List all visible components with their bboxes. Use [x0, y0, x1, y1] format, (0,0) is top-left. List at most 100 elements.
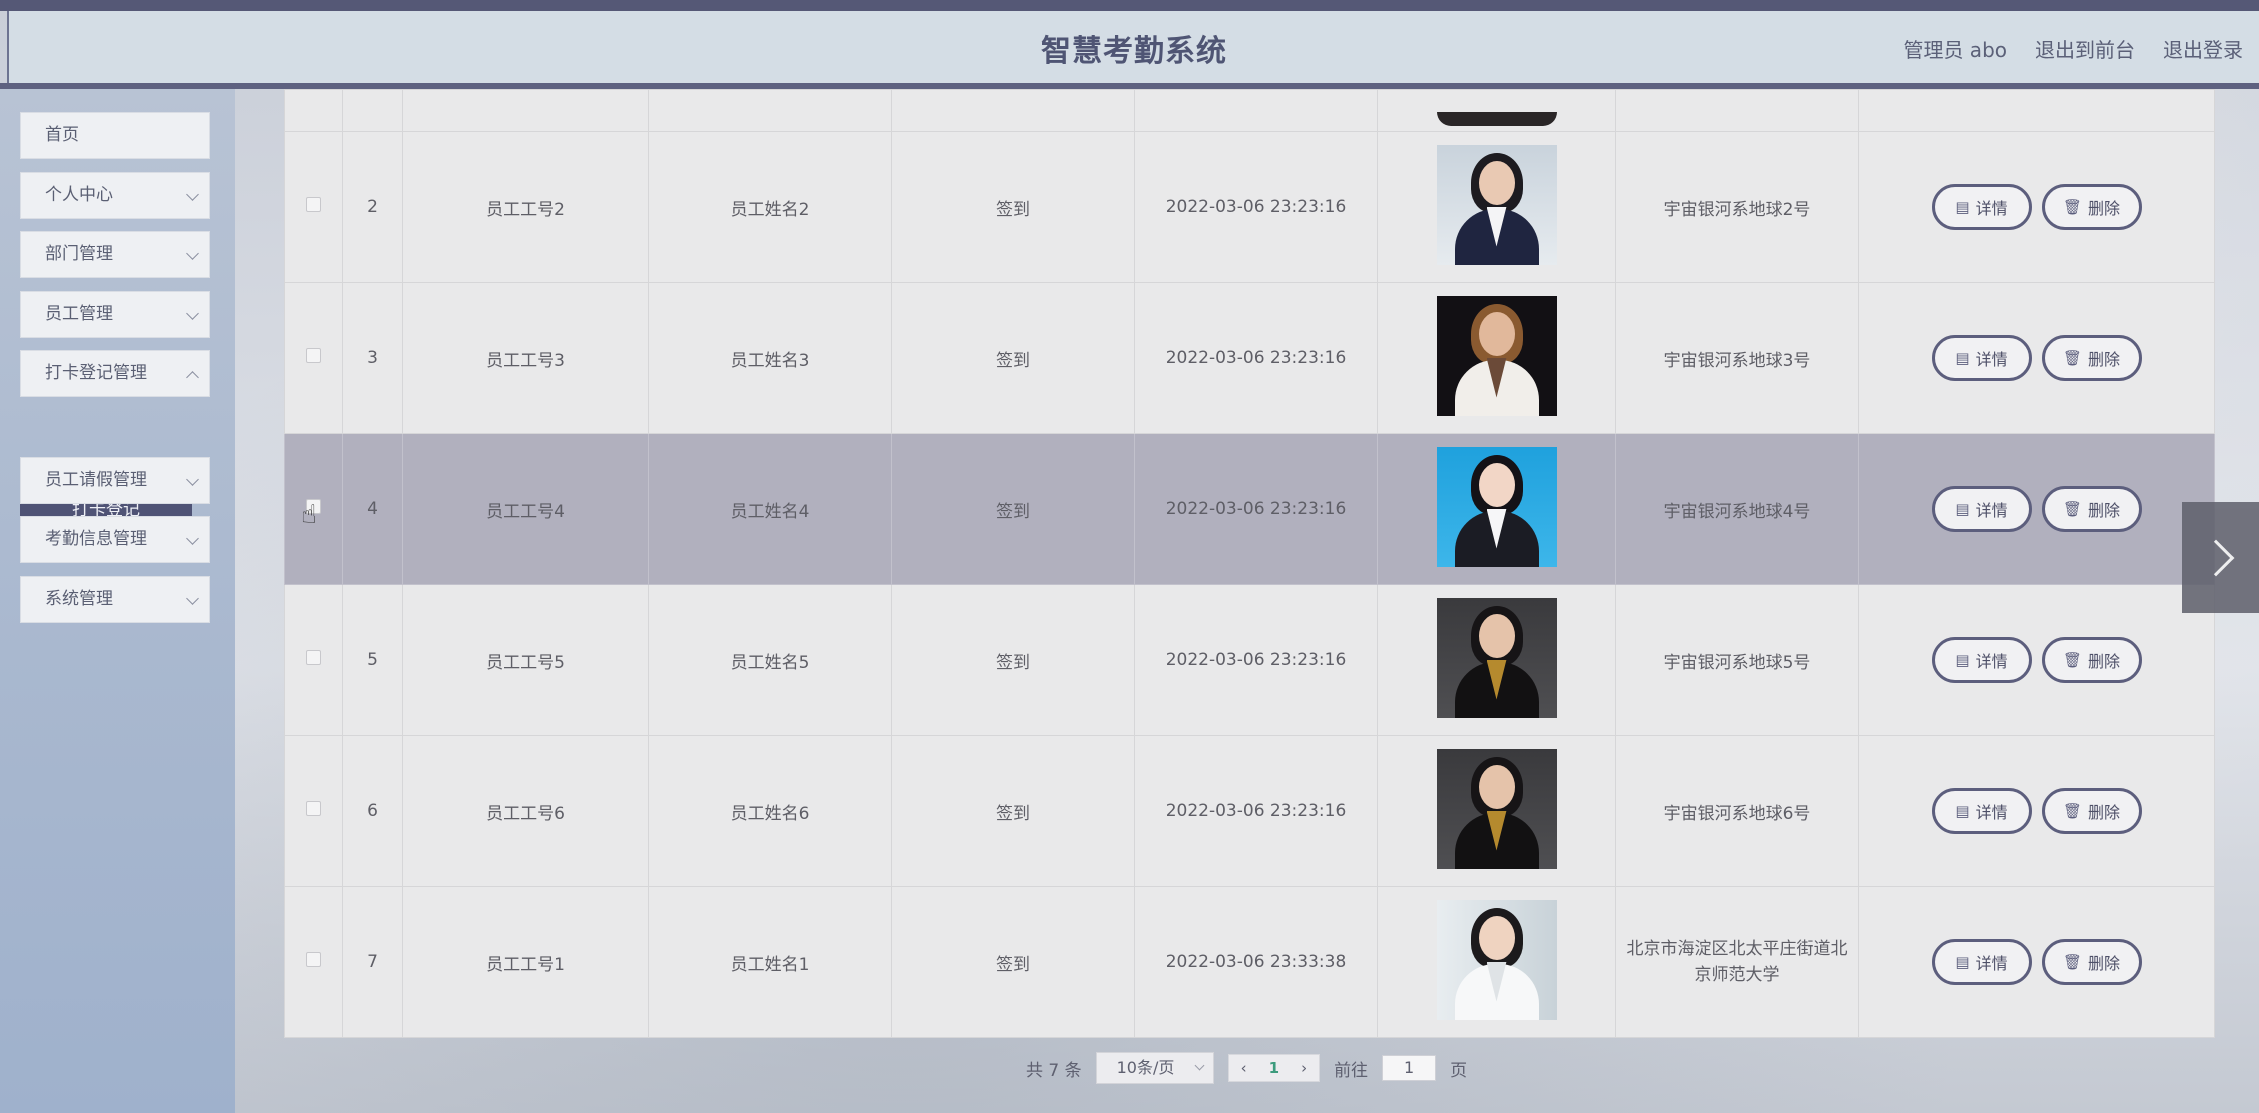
- row-checkbox[interactable]: [306, 650, 321, 665]
- chevron-down-icon: [186, 307, 199, 320]
- employee-id: 员工工号2: [402, 131, 649, 283]
- table-row: 7 员工工号1 员工姓名1 签到 2022-03-06 23:33:38 北京市…: [284, 886, 2215, 1038]
- detail-button[interactable]: ▤ 详情: [1931, 184, 2032, 230]
- checkin-type: 签到: [891, 131, 1135, 283]
- checkin-address: 宇宙银河系地球2号: [1615, 131, 1859, 283]
- employee-name: 员工姓名1: [648, 886, 892, 1038]
- employee-id: 员工工号3: [402, 282, 649, 434]
- sidebar-item-employee[interactable]: 员工管理: [20, 291, 210, 338]
- delete-button[interactable]: 🗑 删除: [2041, 939, 2142, 985]
- chevron-down-icon: [186, 247, 199, 260]
- checkin-address: 宇宙银河系地球6号: [1615, 735, 1859, 887]
- trash-icon: 🗑: [2062, 500, 2083, 518]
- delete-button[interactable]: 🗑 删除: [2041, 184, 2142, 230]
- checkin-type: 签到: [891, 584, 1135, 736]
- row-index: 5: [342, 584, 403, 736]
- delete-button[interactable]: 🗑 删除: [2041, 788, 2142, 834]
- page-number[interactable]: 1: [1269, 1059, 1279, 1077]
- row-checkbox[interactable]: [306, 801, 321, 816]
- chevron-up-icon: [186, 371, 199, 384]
- sidebar-item-label: 部门管理: [45, 244, 113, 264]
- employee-id: 员工工号5: [402, 584, 649, 736]
- delete-button[interactable]: 🗑 删除: [2041, 637, 2142, 683]
- goto-label: 前往: [1334, 1060, 1369, 1081]
- checkin-time: 2022-03-06 23:23:16: [1134, 131, 1378, 283]
- detail-button[interactable]: ▤ 详情: [1931, 335, 2032, 381]
- exit-to-front-link[interactable]: 退出到前台: [2035, 34, 2135, 63]
- next-page-icon[interactable]: ›: [1301, 1059, 1307, 1077]
- employee-photo: [1436, 748, 1557, 869]
- checkin-time: 2022-03-06 23:23:16: [1134, 433, 1378, 585]
- detail-button[interactable]: ▤ 详情: [1931, 486, 2032, 532]
- detail-button[interactable]: ▤ 详情: [1931, 939, 2032, 985]
- document-icon: ▤: [1955, 198, 1970, 216]
- checkin-type: 签到: [891, 282, 1135, 434]
- employee-photo: [1436, 144, 1557, 265]
- table-row: 4 员工工号4 员工姓名4 签到 2022-03-06 23:23:16 宇宙银…: [284, 433, 2215, 585]
- page-size-select[interactable]: 10条/页: [1095, 1052, 1214, 1084]
- sidebar-item-leave-management[interactable]: 员工请假管理: [20, 457, 210, 504]
- document-icon: ▤: [1955, 953, 1970, 971]
- checkin-time: 2022-03-06 23:23:16: [1134, 584, 1378, 736]
- delete-button[interactable]: 🗑 删除: [2041, 486, 2142, 532]
- employee-id: 员工工号1: [402, 886, 649, 1038]
- logout-link[interactable]: 退出登录: [2163, 34, 2243, 63]
- checkin-time: 2022-03-06 23:23:16: [1134, 282, 1378, 434]
- checkin-type: 签到: [891, 886, 1135, 1038]
- total-count: 共 7 条: [1026, 1060, 1082, 1081]
- row-index: 6: [342, 735, 403, 887]
- chevron-down-icon: [186, 592, 199, 605]
- chevron-down-icon: [1194, 1060, 1205, 1071]
- checkin-address: 宇宙银河系地球5号: [1615, 584, 1859, 736]
- sidebar-item-label: 打卡登记管理: [45, 363, 147, 383]
- trash-icon: 🗑: [2062, 651, 2083, 669]
- current-user: 管理员 abo: [1903, 38, 2007, 62]
- employee-id: 员工工号6: [402, 735, 649, 887]
- employee-photo: [1436, 112, 1557, 126]
- row-checkbox[interactable]: [306, 197, 321, 212]
- checkin-time: 2022-03-06 23:23:16: [1134, 735, 1378, 887]
- sidebar-item-personal-center[interactable]: 个人中心: [20, 172, 210, 219]
- checkin-time: 2022-03-06 23:33:38: [1134, 886, 1378, 1038]
- detail-button[interactable]: ▤ 详情: [1931, 637, 2032, 683]
- document-icon: ▤: [1955, 500, 1970, 518]
- goto-page-input[interactable]: 1: [1382, 1055, 1437, 1081]
- row-index: 7: [342, 886, 403, 1038]
- table-row: 2 员工工号2 员工姓名2 签到 2022-03-06 23:23:16 宇宙银…: [284, 131, 2215, 283]
- row-index: 3: [342, 282, 403, 434]
- row-checkbox[interactable]: [306, 348, 321, 363]
- sidebar-item-system[interactable]: 系统管理: [20, 576, 210, 623]
- sidebar-item-label: 员工管理: [45, 304, 113, 324]
- chevron-down-icon: [186, 188, 199, 201]
- prev-page-icon[interactable]: ‹: [1241, 1059, 1247, 1077]
- row-checkbox[interactable]: [306, 952, 321, 967]
- header-links: 管理员 abo 退出到前台 退出登录: [1903, 34, 2243, 63]
- sidebar-item-label: 考勤信息管理: [45, 529, 147, 549]
- next-arrow-button[interactable]: [2182, 502, 2259, 613]
- employee-name: 员工姓名2: [648, 131, 892, 283]
- employee-id: 员工工号4: [402, 433, 649, 585]
- document-icon: ▤: [1955, 349, 1970, 367]
- detail-button[interactable]: ▤ 详情: [1931, 788, 2032, 834]
- header-top-strip: [0, 0, 2259, 11]
- employee-photo: [1436, 295, 1557, 416]
- checkin-type: 签到: [891, 735, 1135, 887]
- chevron-down-icon: [186, 473, 199, 486]
- sidebar-item-attendance-info[interactable]: 考勤信息管理: [20, 516, 210, 563]
- delete-button[interactable]: 🗑 删除: [2041, 335, 2142, 381]
- row-index: 2: [342, 131, 403, 283]
- sidebar-item-home[interactable]: 首页: [20, 112, 210, 159]
- sidebar-item-department[interactable]: 部门管理: [20, 231, 210, 278]
- document-icon: ▤: [1955, 651, 1970, 669]
- employee-photo: [1436, 597, 1557, 718]
- chevron-down-icon: [186, 532, 199, 545]
- checkin-type: 签到: [891, 433, 1135, 585]
- trash-icon: 🗑: [2062, 953, 2083, 971]
- employee-name: 员工姓名6: [648, 735, 892, 887]
- employee-photo: [1436, 899, 1557, 1020]
- sidebar: 首页 个人中心 部门管理 员工管理 打卡登记管理 打卡登记 员工请假管理 考勤信…: [0, 89, 235, 1113]
- sidebar-item-checkin-management[interactable]: 打卡登记管理: [20, 350, 210, 397]
- employee-name: 员工姓名4: [648, 433, 892, 585]
- pagination: 共 7 条 10条/页 ‹ 1 › 前往 1 页: [1026, 1052, 1467, 1084]
- employee-name: 员工姓名5: [648, 584, 892, 736]
